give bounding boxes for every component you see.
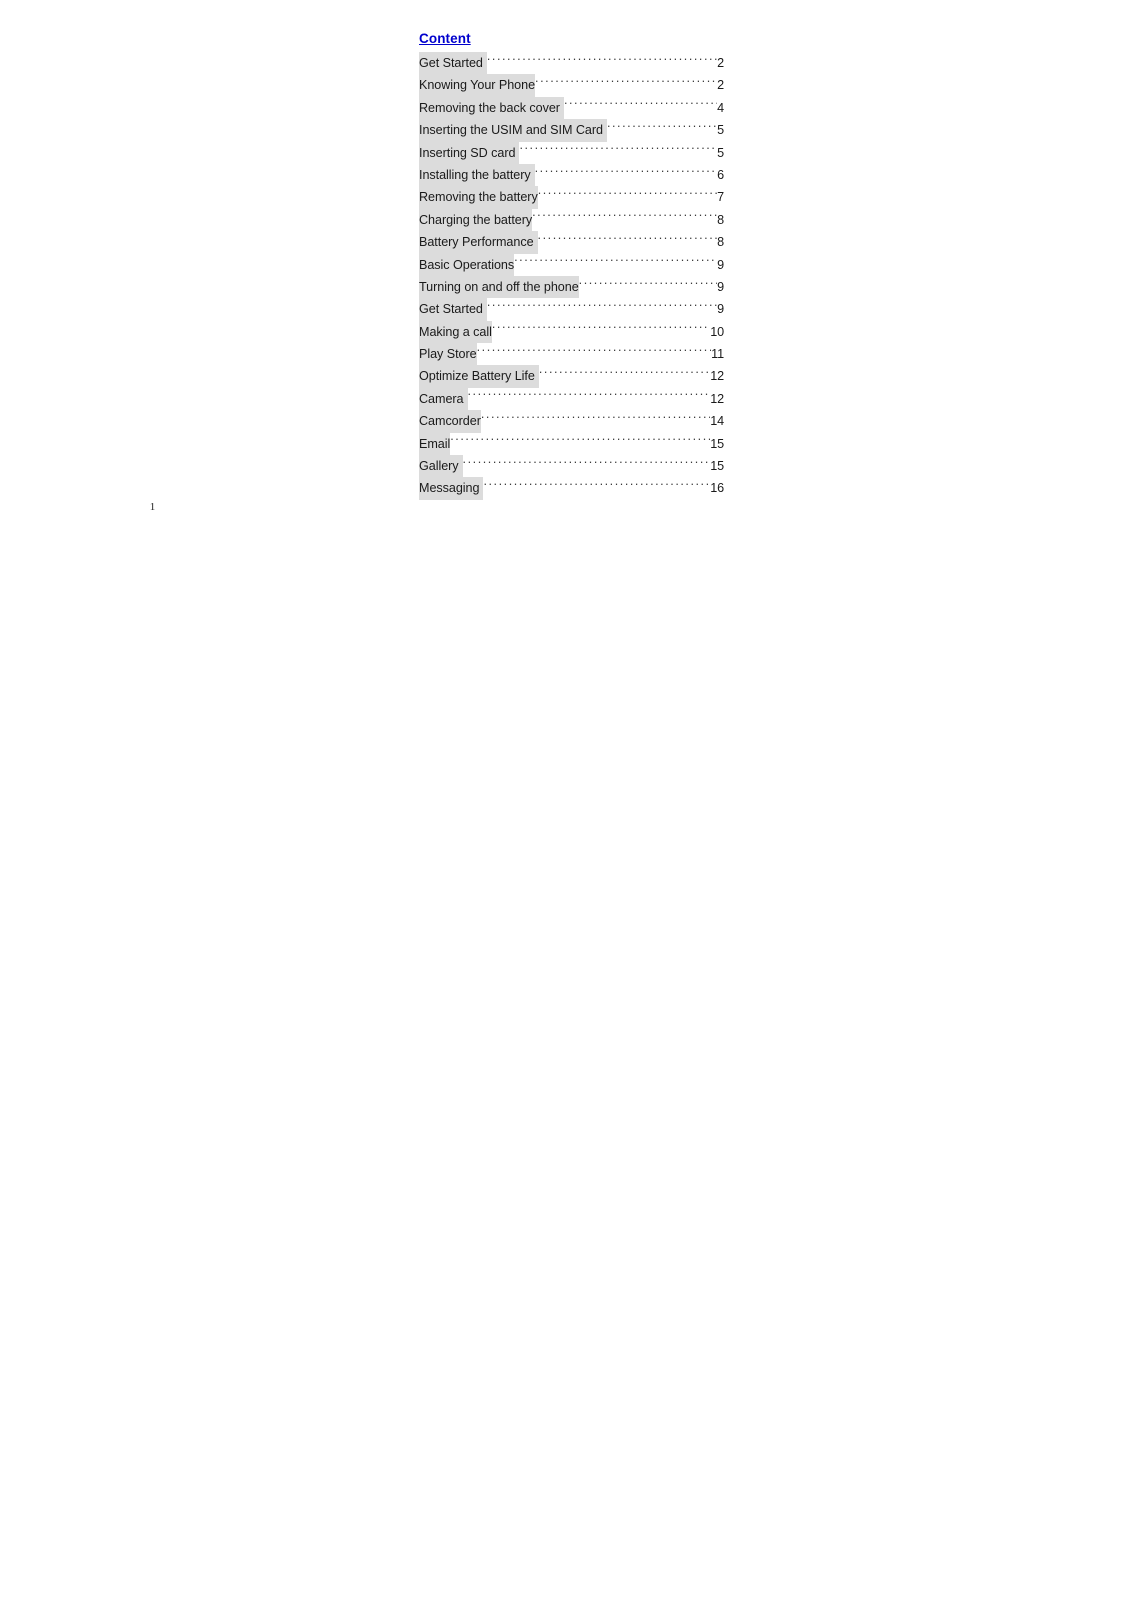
toc-leader-dots [481, 413, 710, 426]
toc-entry-page-number: 5 [717, 145, 724, 160]
toc-entry-page-number: 2 [717, 56, 724, 70]
toc-entry-page-number: 5 [717, 123, 724, 138]
toc-leader-dots [487, 54, 717, 67]
toc-entry-page-number: 9 [717, 302, 724, 317]
toc-entry-title: Inserting the USIM and SIM Card [419, 119, 607, 142]
toc-leader-dots [539, 368, 710, 381]
toc-entry[interactable]: Inserting the USIM and SIM Card 5 [419, 119, 724, 142]
toc-entry[interactable]: Get Started 2 [419, 52, 724, 75]
toc-entry-title: Removing the battery [419, 186, 538, 209]
toc-entry-page-number: 15 [710, 436, 724, 451]
toc-entry[interactable]: Basic Operations 9 [419, 253, 724, 276]
toc-entry-title: Basic Operations [419, 253, 514, 276]
toc-leader-dots [538, 189, 717, 202]
document-text-column: Content Get Started 2Knowing Your Phone2… [419, 30, 724, 500]
toc-entry[interactable]: Camcorder 14 [419, 410, 724, 433]
toc-entry-page-number: 7 [717, 190, 724, 205]
toc-entry[interactable]: Making a call 10 [419, 320, 724, 344]
toc-entry[interactable]: Installing the battery 6 [419, 163, 724, 187]
toc-entry-page-number: 14 [710, 414, 724, 429]
toc-leader-dots [450, 435, 710, 448]
toc-entry-title: Battery Performance [419, 231, 538, 254]
toc-entry[interactable]: Email 15 [419, 432, 724, 456]
toc-leader-dots [492, 323, 710, 336]
toc-entry-page-number: 6 [717, 167, 724, 182]
toc-entry[interactable]: Gallery 15 [419, 455, 724, 478]
toc-entry-title: Play Store [419, 343, 477, 366]
toc-entry-title: Email [419, 432, 450, 456]
toc-leader-dots [579, 278, 717, 291]
toc-entry-page-number: 11 [711, 347, 724, 362]
toc-entry-page-number: 12 [710, 369, 724, 384]
toc-entry[interactable]: Play Store 11 [419, 343, 724, 366]
toc-entry-title: Knowing Your Phone [419, 74, 535, 97]
toc-entry-title: Turning on and off the phone [419, 275, 579, 299]
toc-entry-title: Making a call [419, 320, 492, 344]
toc-entry[interactable]: Optimize Battery Life 12 [419, 365, 724, 388]
toc-entry-title: Camera [419, 387, 468, 411]
toc-entry-title: Inserting SD card [419, 141, 520, 164]
toc-leader-dots [535, 166, 717, 179]
toc-leader-dots [468, 390, 711, 403]
toc-leader-dots [564, 99, 717, 112]
toc-leader-dots [483, 480, 710, 493]
toc-entry[interactable]: Battery Performance 8 [419, 231, 724, 254]
toc-entry-page-number: 9 [717, 279, 724, 294]
toc-entry-title: Charging the battery [419, 208, 532, 232]
toc-entry-page-number: 10 [710, 324, 724, 339]
toc-entry[interactable]: Knowing Your Phone 2 [419, 74, 724, 97]
toc-leader-dots [514, 256, 717, 269]
toc-entry-title: Get Started [419, 52, 487, 75]
toc-entry[interactable]: Charging the battery 8 [419, 208, 724, 232]
toc-entry[interactable]: Messaging 16 [419, 477, 724, 500]
toc-entry[interactable]: Removing the back cover 4 [419, 96, 724, 120]
toc-leader-dots [519, 144, 717, 157]
toc-entry-title: Get Started [419, 298, 487, 321]
toc-entry-page-number: 12 [710, 391, 724, 406]
toc-heading-link[interactable]: Content [419, 30, 471, 48]
toc-entry-page-number: 2 [717, 78, 724, 93]
toc-leader-dots [477, 345, 712, 358]
toc-entry-title: Messaging [419, 477, 484, 500]
page-number-footer: 1 [149, 501, 156, 513]
toc-entry[interactable]: Inserting SD card 5 [419, 141, 724, 164]
toc-entry[interactable]: Removing the battery 7 [419, 186, 724, 209]
table-of-contents: Get Started 2Knowing Your Phone2Removing… [419, 52, 724, 500]
toc-entry-title: Camcorder [419, 410, 481, 433]
toc-entry-page-number: 4 [717, 100, 724, 115]
toc-entry[interactable]: Turning on and off the phone 9 [419, 275, 724, 299]
toc-leader-dots [535, 77, 717, 90]
toc-entry-title: Optimize Battery Life [419, 365, 539, 388]
toc-leader-dots [487, 301, 717, 314]
toc-leader-dots [532, 211, 717, 224]
toc-entry[interactable]: Camera 12 [419, 387, 724, 411]
toc-entry-page-number: 15 [710, 459, 724, 474]
document-page: Content Get Started 2Knowing Your Phone2… [0, 0, 1132, 1600]
toc-entry-page-number: 9 [717, 257, 724, 272]
toc-entry-title: Installing the battery [419, 163, 535, 187]
toc-entry[interactable]: Get Started 9 [419, 298, 724, 321]
toc-entry-page-number: 8 [717, 235, 724, 250]
toc-entry-title: Gallery [419, 455, 463, 478]
toc-entry-title: Removing the back cover [419, 96, 564, 120]
toc-leader-dots [463, 457, 711, 470]
toc-entry-page-number: 16 [710, 481, 724, 496]
toc-entry-page-number: 8 [717, 212, 724, 227]
toc-leader-dots [607, 122, 717, 135]
toc-leader-dots [538, 234, 718, 247]
